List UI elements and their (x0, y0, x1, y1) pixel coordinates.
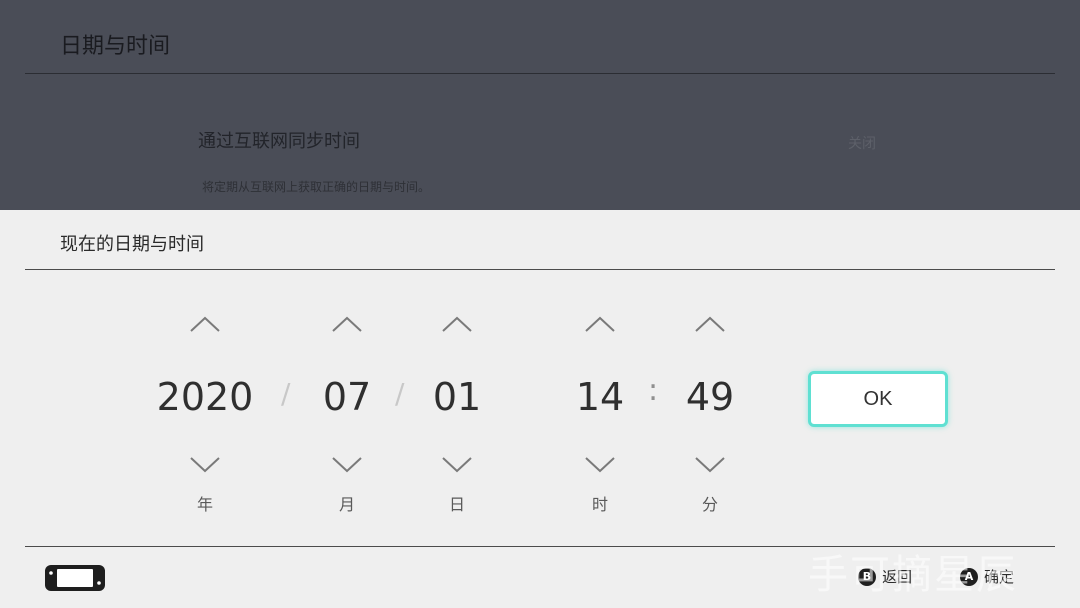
chevron-up-icon (332, 316, 362, 332)
dialog-title: 现在的日期与时间 (60, 234, 204, 255)
minute-increment-button[interactable] (650, 305, 770, 343)
day-value[interactable]: 01 (397, 372, 517, 422)
month-value[interactable]: 07 (287, 372, 407, 422)
day-decrement-button[interactable] (397, 446, 517, 484)
hour-decrement-button[interactable] (540, 446, 660, 484)
background-page-title: 日期与时间 (60, 34, 171, 59)
year-decrement-button[interactable] (145, 446, 265, 484)
watermark: 手可摘星辰 (808, 552, 1018, 598)
sync-time-setting-description: 将定期从互联网上获取正确的日期与时间。 (202, 180, 431, 194)
year-increment-button[interactable] (145, 305, 265, 343)
sync-time-setting-label: 通过互联网同步时间 (198, 131, 360, 152)
background-divider (25, 73, 1055, 74)
day-picker: 01 日 (397, 305, 517, 515)
day-increment-button[interactable] (397, 305, 517, 343)
minute-decrement-button[interactable] (650, 446, 770, 484)
hour-increment-button[interactable] (540, 305, 660, 343)
month-decrement-button[interactable] (287, 446, 407, 484)
sync-time-setting-value: 关闭 (848, 136, 876, 152)
hour-picker: 14 时 (540, 305, 660, 515)
chevron-up-icon (695, 316, 725, 332)
chevron-up-icon (585, 316, 615, 332)
chevron-down-icon (190, 457, 220, 473)
chevron-down-icon (332, 457, 362, 473)
chevron-up-icon (190, 316, 220, 332)
chevron-up-icon (442, 316, 472, 332)
minute-unit-label: 分 (701, 495, 718, 514)
hour-unit-label: 时 (591, 495, 608, 514)
ok-button[interactable]: OK (808, 371, 948, 427)
dialog-title-divider (25, 269, 1055, 270)
month-unit-label: 月 (338, 495, 355, 514)
year-value[interactable]: 2020 (145, 372, 265, 422)
chevron-down-icon (695, 457, 725, 473)
hour-value[interactable]: 14 (540, 372, 660, 422)
chevron-down-icon (442, 457, 472, 473)
console-icon (45, 565, 105, 591)
minute-picker: 49 分 (650, 305, 770, 515)
year-picker: 2020 年 (145, 305, 265, 515)
month-increment-button[interactable] (287, 305, 407, 343)
chevron-down-icon (585, 457, 615, 473)
minute-value[interactable]: 49 (650, 372, 770, 422)
month-picker: 07 月 (287, 305, 407, 515)
day-unit-label: 日 (448, 495, 465, 514)
year-unit-label: 年 (196, 495, 213, 514)
